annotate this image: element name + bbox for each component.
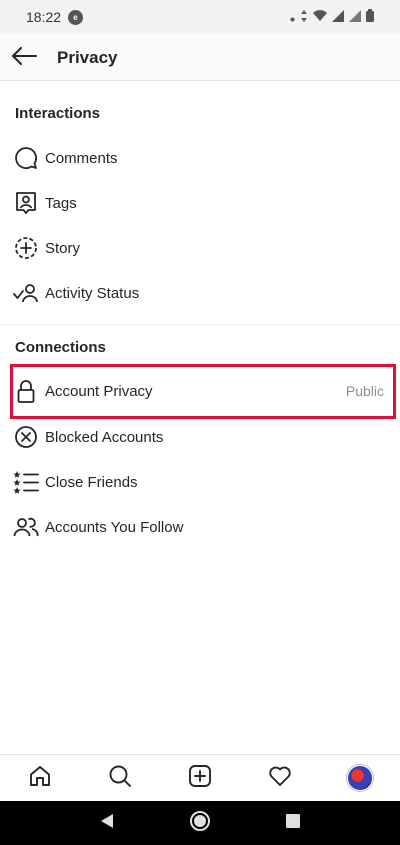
battery-icon bbox=[366, 9, 374, 27]
new-post-icon bbox=[188, 764, 212, 793]
menu-item-label: Blocked Accounts bbox=[45, 428, 164, 446]
nav-home[interactable] bbox=[20, 758, 60, 798]
menu-item-story[interactable]: Story bbox=[0, 226, 400, 270]
signal-icon-2 bbox=[349, 9, 361, 27]
menu-item-account-privacy[interactable]: Account Privacy Public bbox=[0, 369, 400, 413]
signal-icon bbox=[332, 9, 344, 27]
section-title-connections: Connections bbox=[15, 339, 106, 356]
activity-status-icon bbox=[12, 279, 40, 307]
system-home-button[interactable] bbox=[180, 803, 220, 843]
menu-item-close-friends[interactable]: Close Friends bbox=[0, 460, 400, 504]
story-icon bbox=[12, 234, 40, 262]
menu-item-activity-status[interactable]: Activity Status bbox=[0, 271, 400, 315]
close-friends-icon bbox=[12, 468, 40, 496]
dot-icon bbox=[290, 9, 295, 27]
menu-item-label: Story bbox=[45, 239, 81, 257]
section-title-interactions: Interactions bbox=[15, 105, 101, 122]
blocked-icon bbox=[12, 423, 40, 451]
tag-icon bbox=[12, 189, 40, 217]
nav-new-post[interactable] bbox=[180, 758, 220, 798]
triangle-back-icon bbox=[100, 813, 114, 834]
people-icon bbox=[12, 513, 40, 541]
menu-item-label: Account Privacy bbox=[45, 382, 153, 400]
system-recents-button[interactable] bbox=[273, 803, 313, 843]
menu-item-accounts-you-follow[interactable]: Accounts You Follow bbox=[0, 505, 400, 549]
profile-avatar bbox=[347, 765, 373, 791]
back-button[interactable] bbox=[8, 42, 40, 74]
menu-item-label: Activity Status bbox=[45, 284, 140, 302]
data-arrows-icon bbox=[300, 9, 308, 27]
section-divider bbox=[0, 324, 400, 325]
menu-item-label: Accounts You Follow bbox=[45, 518, 184, 536]
circle-home-icon bbox=[189, 810, 211, 837]
lock-icon bbox=[12, 377, 40, 405]
status-icons bbox=[290, 9, 374, 27]
app-header: Privacy bbox=[0, 34, 400, 81]
nav-activity[interactable] bbox=[260, 758, 300, 798]
home-icon bbox=[28, 764, 52, 793]
bottom-navigation bbox=[0, 754, 400, 801]
menu-item-blocked-accounts[interactable]: Blocked Accounts bbox=[0, 415, 400, 459]
menu-item-comments[interactable]: Comments bbox=[0, 136, 400, 180]
heart-icon bbox=[268, 764, 292, 793]
system-back-button[interactable] bbox=[87, 803, 127, 843]
menu-item-label: Tags bbox=[45, 194, 77, 212]
account-privacy-value: Public bbox=[345, 383, 384, 399]
wifi-icon bbox=[313, 9, 327, 27]
menu-item-tags[interactable]: Tags bbox=[0, 181, 400, 225]
comment-icon bbox=[12, 144, 40, 172]
menu-item-label: Close Friends bbox=[45, 473, 138, 491]
page-title: Privacy bbox=[57, 48, 118, 67]
notification-app-icon: e bbox=[68, 10, 83, 25]
system-navigation-bar bbox=[0, 801, 400, 845]
search-icon bbox=[108, 764, 132, 793]
square-recents-icon bbox=[286, 813, 301, 833]
menu-item-label: Comments bbox=[45, 149, 118, 167]
status-time: 18:22 bbox=[26, 9, 62, 25]
nav-profile[interactable] bbox=[340, 758, 380, 798]
arrow-left-icon bbox=[11, 46, 37, 70]
nav-search[interactable] bbox=[100, 758, 140, 798]
status-bar: 18:22 e bbox=[0, 0, 400, 34]
